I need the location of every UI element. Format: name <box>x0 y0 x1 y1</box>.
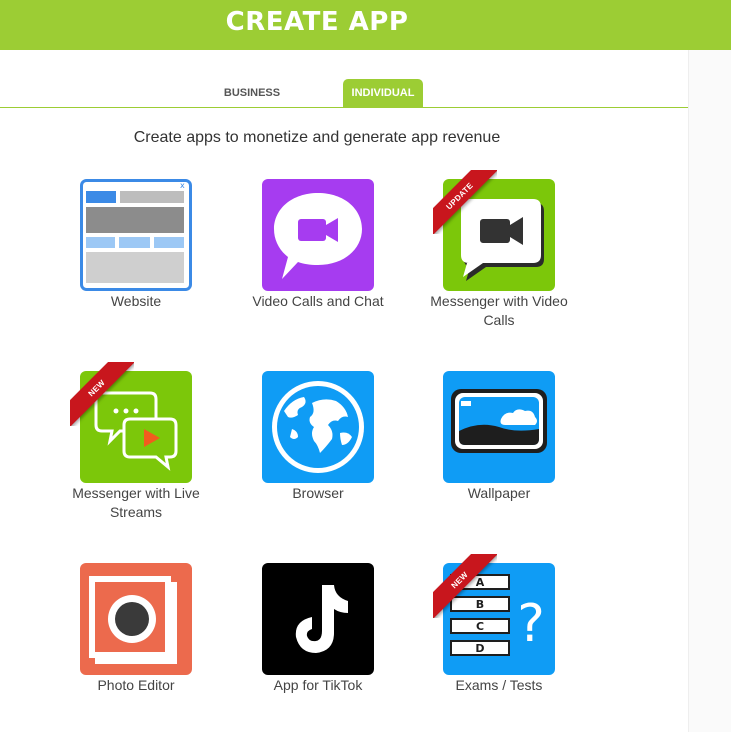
app-label: Photo Editor <box>97 677 175 693</box>
app-tile-tiktok[interactable]: App for TikTok <box>243 563 393 695</box>
update-ribbon: UPDATE <box>433 170 497 234</box>
app-label: Messenger with Video Calls <box>430 293 568 328</box>
globe-icon <box>262 371 374 483</box>
quiz-letter-c: C <box>476 620 484 633</box>
messenger-stream-icon: NEW <box>70 362 192 483</box>
app-tile-wallpaper[interactable]: Wallpaper <box>424 371 574 503</box>
messenger-video-icon: UPDATE <box>433 170 555 291</box>
app-tile-exams-tests[interactable]: A B C D ? NEW Exams / Tests <box>424 554 574 695</box>
video-chat-icon <box>262 179 374 291</box>
page-title: CREATE APP <box>225 7 409 37</box>
app-tile-video-calls-chat[interactable]: Video Calls and Chat <box>243 179 393 311</box>
tab-individual[interactable]: INDIVIDUAL <box>343 79 423 108</box>
app-tile-browser[interactable]: Browser <box>243 371 393 503</box>
page-subtitle: Create apps to monetize and generate app… <box>133 129 501 146</box>
wallpaper-icon <box>443 371 555 483</box>
quiz-letter-d: D <box>475 642 484 655</box>
new-ribbon: NEW <box>70 362 134 426</box>
app-label: Messenger with Live Streams <box>72 485 200 520</box>
website-icon: x <box>80 179 192 291</box>
app-label: Video Calls and Chat <box>252 293 384 309</box>
app-tile-website[interactable]: x Website <box>61 179 211 311</box>
right-gutter <box>688 50 731 732</box>
new-ribbon: NEW <box>433 554 497 618</box>
exam-icon: A B C D ? NEW <box>433 554 555 675</box>
tiktok-icon <box>262 563 374 675</box>
app-label: Browser <box>292 485 344 501</box>
app-tile-messenger-streams[interactable]: NEW Messenger with Live Streams <box>61 362 211 522</box>
tab-business[interactable]: BUSINESS <box>210 79 294 108</box>
app-tile-messenger-video[interactable]: UPDATE Messenger with Video Calls <box>424 170 574 330</box>
tabs-divider <box>0 107 688 108</box>
header-bar: CREATE APP <box>0 0 731 50</box>
app-label: Website <box>110 293 162 309</box>
app-label: Exams / Tests <box>455 677 543 693</box>
svg-text:x: x <box>180 181 185 190</box>
app-label: App for TikTok <box>273 677 363 693</box>
photo-editor-icon <box>80 563 192 675</box>
question-mark-icon: ? <box>517 594 545 654</box>
app-tile-photo-editor[interactable]: Photo Editor <box>61 563 211 695</box>
app-label: Wallpaper <box>467 485 531 501</box>
